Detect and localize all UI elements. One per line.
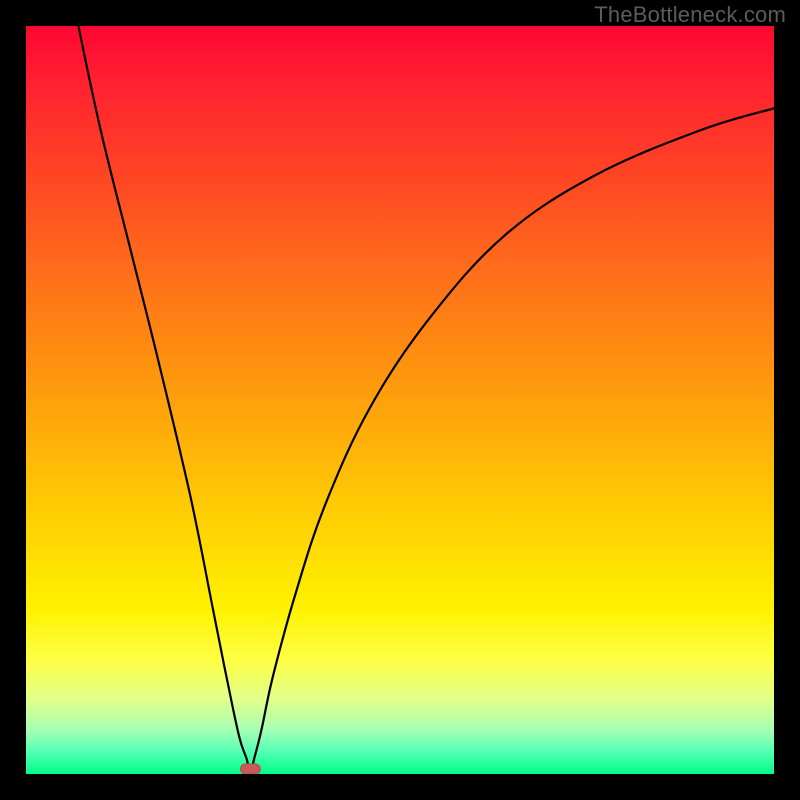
bottleneck-curve-path xyxy=(78,26,774,774)
watermark-text: TheBottleneck.com xyxy=(594,2,786,28)
minimum-marker xyxy=(240,764,260,774)
chart-frame: TheBottleneck.com xyxy=(0,0,800,800)
plot-area xyxy=(26,26,774,774)
bottleneck-curve-svg xyxy=(26,26,774,774)
